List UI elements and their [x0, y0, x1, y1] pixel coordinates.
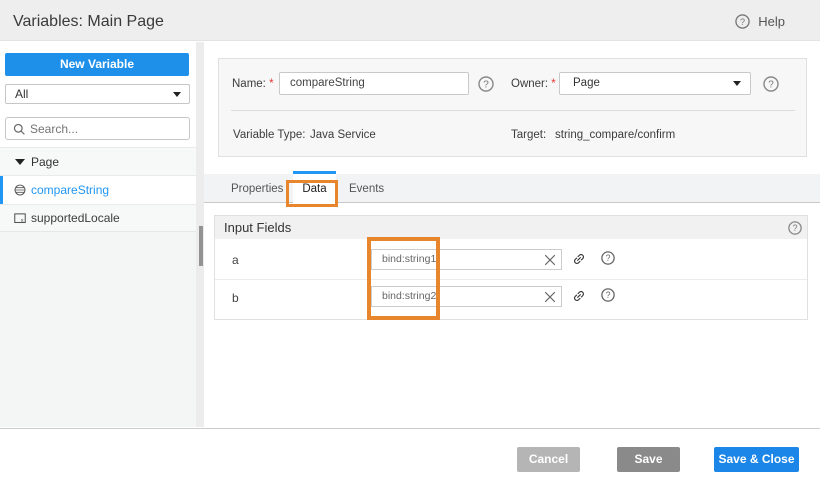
- svg-text:?: ?: [740, 17, 745, 27]
- svg-text:?: ?: [606, 290, 611, 300]
- svg-text:?: ?: [606, 253, 611, 263]
- svg-text:x: x: [21, 218, 24, 224]
- svg-text:?: ?: [793, 223, 798, 233]
- svg-text:?: ?: [483, 80, 489, 91]
- svg-text:?: ?: [768, 80, 774, 91]
